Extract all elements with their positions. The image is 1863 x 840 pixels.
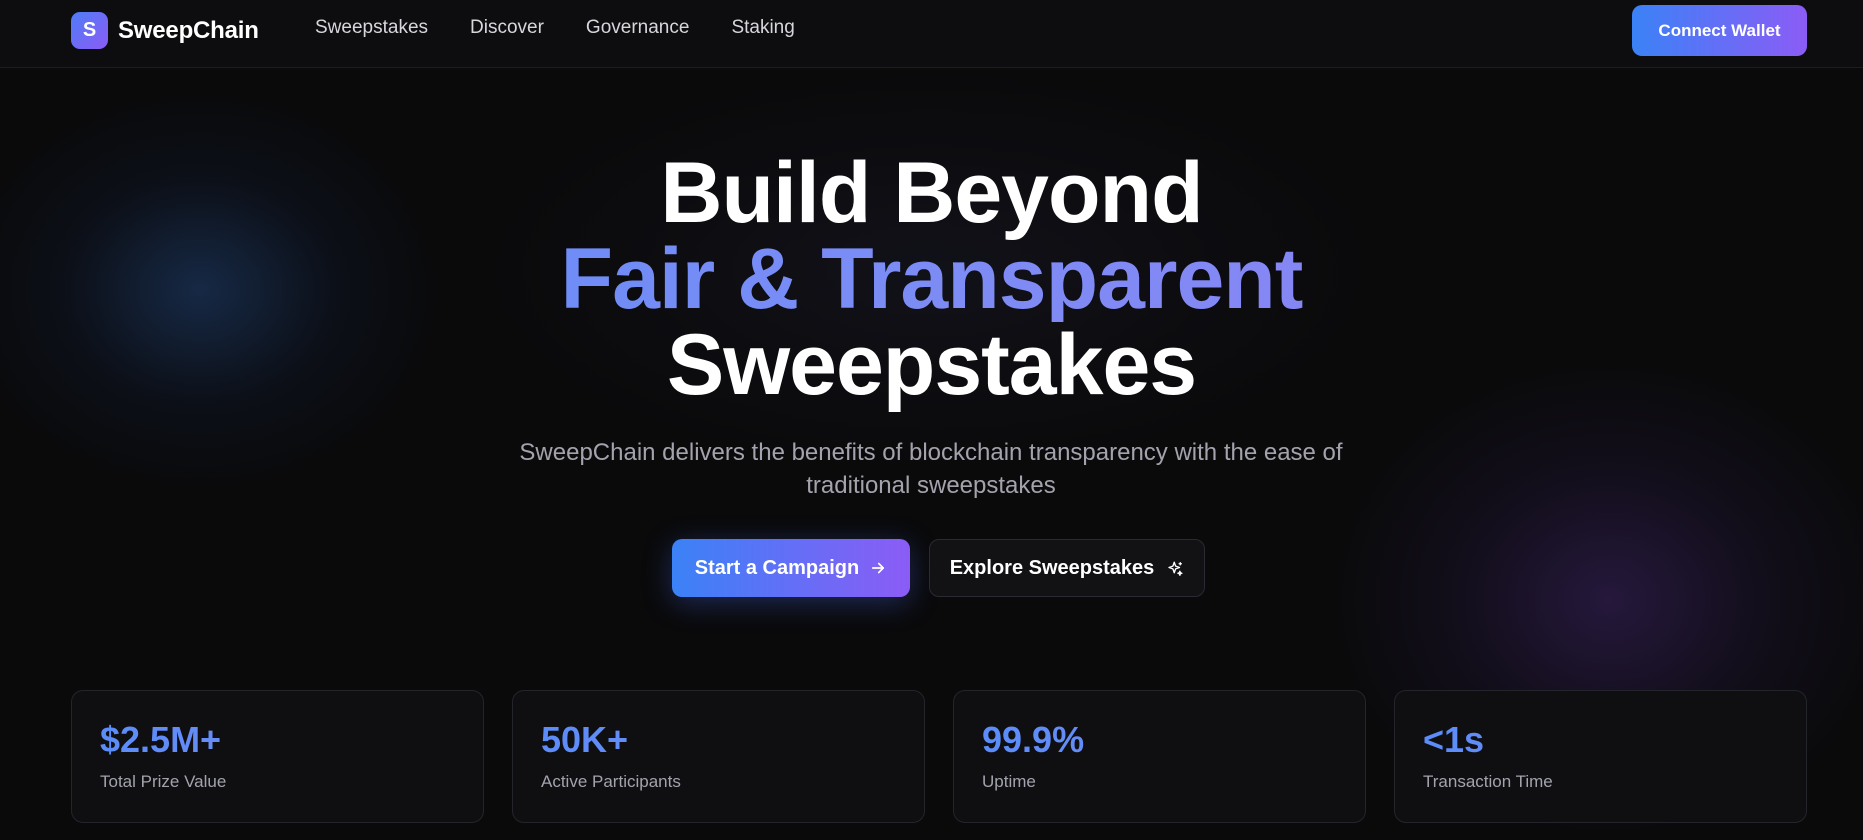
logo-mark-icon: S <box>71 12 108 49</box>
main-nav: Sweepstakes Discover Governance Staking <box>315 17 795 39</box>
stat-card-transaction-time: <1s Transaction Time <box>1394 690 1807 823</box>
start-campaign-label: Start a Campaign <box>694 556 860 579</box>
hero-title-line-2: Fair & Transparent <box>0 236 1863 322</box>
connect-wallet-button[interactable]: Connect Wallet <box>1632 5 1807 56</box>
nav-link-staking[interactable]: Staking <box>731 17 794 39</box>
arrow-right-icon <box>869 559 887 577</box>
top-navbar: S SweepChain Sweepstakes Discover Govern… <box>0 0 1863 68</box>
nav-link-sweepstakes[interactable]: Sweepstakes <box>315 17 428 39</box>
hero-cta-row: Start a Campaign Explore Sweepstakes <box>672 539 1205 597</box>
nav-link-discover[interactable]: Discover <box>470 17 544 39</box>
brand-name: SweepChain <box>118 16 259 44</box>
stats-row: $2.5M+ Total Prize Value 50K+ Active Par… <box>71 690 1807 823</box>
stat-value: 50K+ <box>541 720 896 760</box>
hero-title-line-3: Sweepstakes <box>666 317 1197 413</box>
stat-label: Uptime <box>982 772 1036 791</box>
hero-title-line-1: Build Beyond <box>660 145 1203 241</box>
explore-sweepstakes-button[interactable]: Explore Sweepstakes <box>929 539 1205 597</box>
stat-label: Active Participants <box>541 772 681 791</box>
stat-card-participants: 50K+ Active Participants <box>512 690 925 823</box>
stat-value: <1s <box>1423 720 1778 760</box>
sparkles-icon <box>1166 559 1184 577</box>
stat-card-uptime: 99.9% Uptime <box>953 690 1366 823</box>
hero-subtitle: SweepChain delivers the benefits of bloc… <box>519 439 1343 499</box>
hero-title: Build Beyond Fair & Transparent Sweepsta… <box>0 150 1863 408</box>
stat-label: Transaction Time <box>1423 772 1553 791</box>
brand-logo[interactable]: S SweepChain <box>71 12 259 49</box>
start-campaign-button[interactable]: Start a Campaign <box>672 539 910 597</box>
explore-sweepstakes-label: Explore Sweepstakes <box>949 556 1155 579</box>
stat-card-prize: $2.5M+ Total Prize Value <box>71 690 484 823</box>
stat-label: Total Prize Value <box>100 772 227 791</box>
stat-value: $2.5M+ <box>100 720 455 760</box>
stat-value: 99.9% <box>982 720 1337 760</box>
nav-link-governance[interactable]: Governance <box>586 17 690 39</box>
